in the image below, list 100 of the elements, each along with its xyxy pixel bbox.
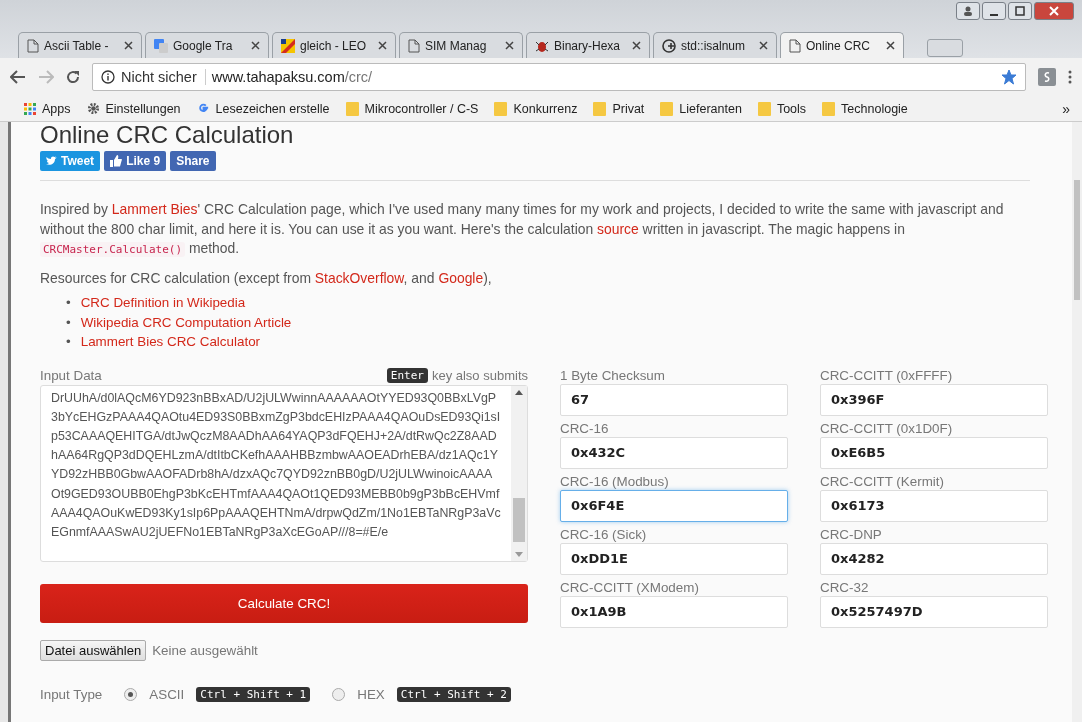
menu-icon[interactable] — [1068, 70, 1072, 84]
close-button[interactable] — [1034, 2, 1074, 20]
page-icon — [789, 38, 801, 53]
page-icon — [27, 38, 39, 53]
folder-icon — [494, 101, 508, 116]
result-label: CRC-16 (Modbus) — [560, 473, 670, 489]
inline-link[interactable]: Lammert Bies — [111, 201, 198, 217]
more-bookmarks[interactable]: » — [1062, 100, 1070, 117]
result-field[interactable]: 0x4282 — [820, 542, 1048, 575]
browser-tab[interactable]: Ascii Table - — [18, 32, 142, 58]
bullet: • — [66, 294, 71, 312]
back-icon[interactable] — [10, 70, 26, 84]
bullet: • — [66, 313, 71, 332]
close-icon[interactable] — [886, 41, 895, 50]
close-icon[interactable] — [124, 41, 133, 50]
bookmark[interactable]: Lieferanten — [660, 101, 742, 116]
browser-tab[interactable]: Google Tra — [145, 32, 269, 58]
result-label: CRC-16 — [560, 420, 610, 436]
result-field[interactable]: 0x1A9B — [560, 595, 788, 628]
browser-tab[interactable]: SIM Manag — [399, 32, 523, 58]
calculate-button[interactable]: Calculate CRC! — [40, 583, 528, 623]
result-field[interactable]: 0xDD1E — [560, 542, 788, 575]
result-label: CRC-CCITT (Kermit) — [820, 473, 945, 489]
result-label: CRC-CCITT (0xFFFF) — [820, 367, 954, 383]
input-label: Input Data — [40, 367, 102, 383]
resources-sentence: Resources for CRC calculation (except from StackOverflow, and Google), — [40, 268, 493, 288]
address-bar[interactable]: Nicht sicher www.tahapaksu.com/crc/ — [92, 63, 1026, 91]
result-label: CRC-16 (Sick) — [560, 526, 648, 542]
input-type-label: Input Type — [40, 686, 103, 702]
close-icon[interactable] — [505, 41, 514, 50]
bookmark[interactable]: Lesezeichen erstelle — [196, 101, 330, 116]
security-label: Nicht sicher — [121, 69, 206, 85]
enter-key: Enter — [386, 367, 428, 383]
close-icon[interactable] — [632, 41, 641, 50]
shortcut-key: Ctrl + Shift + 1 — [196, 686, 311, 702]
person-icon — [963, 6, 973, 16]
maximize-button[interactable] — [1008, 2, 1032, 20]
like-button[interactable]: Like 9 — [104, 151, 167, 171]
bird-icon — [46, 156, 57, 166]
result-label: 1 Byte Checksum — [560, 367, 666, 383]
folder-icon — [822, 101, 836, 116]
radio-button[interactable] — [332, 687, 346, 701]
result-field[interactable]: 0x396F — [820, 383, 1048, 416]
result-field[interactable]: 0x6F4E — [560, 489, 788, 522]
url-path: /crc/ — [344, 69, 373, 85]
url-host: www.tahapaksu.com — [211, 69, 345, 85]
result-label: CRC-CCITT (XModem) — [560, 579, 700, 595]
bookmark[interactable]: Apps — [24, 101, 71, 116]
bookmark[interactable]: Einstellungen — [86, 101, 181, 116]
google-g-icon — [196, 102, 210, 115]
result-field[interactable]: 0xE6B5 — [820, 436, 1048, 469]
minimize-button[interactable] — [982, 2, 1006, 20]
bullet: • — [66, 333, 71, 351]
share-button[interactable]: Share — [170, 151, 216, 171]
bookmark[interactable]: Konkurrenz — [494, 101, 578, 116]
resource-link[interactable]: Wikipedia CRC Computation Article — [80, 312, 292, 332]
scroll-up-icon[interactable] — [515, 389, 523, 395]
profile-button[interactable] — [956, 2, 980, 20]
browser-tab[interactable]: gleich - LEO — [272, 32, 396, 58]
inline-link[interactable]: source — [597, 220, 639, 237]
folder-icon — [345, 101, 359, 116]
radio-button[interactable] — [124, 687, 138, 701]
bookmark[interactable]: Privat — [593, 101, 645, 116]
radio-label: ASCII — [149, 686, 185, 702]
browser-tab[interactable]: Online CRC — [780, 32, 904, 58]
folder-icon — [660, 101, 674, 116]
page-title: Online CRC Calculation — [40, 122, 294, 148]
close-icon[interactable] — [378, 41, 387, 50]
code-snippet: CRCMaster.Calculate() — [40, 242, 186, 257]
resource-link[interactable]: Lammert Bies CRC Calculator — [80, 332, 261, 352]
inline-link[interactable]: StackOverflow — [314, 269, 404, 286]
close-icon[interactable] — [759, 41, 768, 50]
reload-icon[interactable] — [66, 70, 80, 84]
browser-tab[interactable]: Binary-Hexa — [526, 32, 650, 58]
scrollbar-thumb[interactable] — [513, 497, 525, 542]
result-field[interactable]: 67 — [560, 383, 788, 416]
extension-icon[interactable] — [1038, 68, 1056, 86]
browser-tab[interactable]: std::isalnum — [653, 32, 777, 58]
minimize-icon — [990, 13, 998, 16]
result-field[interactable]: 0x6173 — [820, 489, 1048, 522]
file-status: Keine ausgewählt — [152, 642, 258, 658]
info-icon — [101, 70, 115, 84]
result-label: CRC-CCITT (0x1D0F) — [820, 420, 954, 436]
result-field[interactable]: 0x432C — [560, 436, 788, 469]
inline-link[interactable]: Google — [438, 269, 484, 286]
intro-paragraph: Inspired by Lammert Bies' CRC Calculation page, which I've used many many times for my work and projects, I decided to write the same with javascript and without the 800 char limit, and here it is. You can use it as you want. Here's the calculation source written in javascript. The magic happens in CRCMaster.Calculate() method. — [40, 200, 1005, 259]
apps-icon — [24, 102, 36, 115]
plus-circle-icon — [662, 38, 676, 53]
close-icon[interactable] — [251, 41, 260, 50]
star-icon[interactable] — [1001, 69, 1017, 85]
choose-file-button[interactable]: Datei auswählen — [40, 639, 147, 661]
bookmark[interactable]: Tools — [757, 101, 807, 116]
close-icon — [1049, 6, 1059, 16]
bookmark[interactable]: Mikrocontroller / C-S — [345, 101, 479, 116]
bookmark[interactable]: Technologie — [822, 101, 908, 116]
folder-icon — [593, 101, 607, 116]
result-field[interactable]: 0x5257497D — [820, 595, 1048, 628]
resource-link[interactable]: CRC Definition in Wikipedia — [80, 293, 246, 313]
result-label: CRC-32 — [820, 579, 870, 595]
input-data-field[interactable]: DrUUhA/d0lAQcM6YD923nBBxAD/U2jULWwinnAAAAAAOtYYED93Q0BBxLVgP3bYcEHGzPAAA4QAOtu4ED93S0BBxmZgP3bdcEHIzPAAA4QAOuDsED93Qi1sIp53CAAAQEHITGA/dtJwQczM8AADhAA64YAQP3dFQEHJ+2A/dtRwQc2Z8AADhAA64RgQP3dDQEHLzmA/dtItbCKefhAAAHBBzmbwAAOEADrhEBA/dz1AQc1YYD92zHBB0GbwAAOFADrb8hA/dzxAQc7QYD92znBB0gD/U2jULWwinoicAAAAOt9GED93OUBB0EhgP3bKcEHTmfAAA4QAOt1QED93MEBB0b9gP3bBcEHVmfAAA4QAOuKwED93Ky1sIp6PpAAAQEHTNmA/drpwQdZm/1No1EBTaNRgP3aVcEGnmfAAASwAU2jUEFNo1EBTaNRgP3aXcEGoAP///8=#E/e — [40, 384, 528, 562]
